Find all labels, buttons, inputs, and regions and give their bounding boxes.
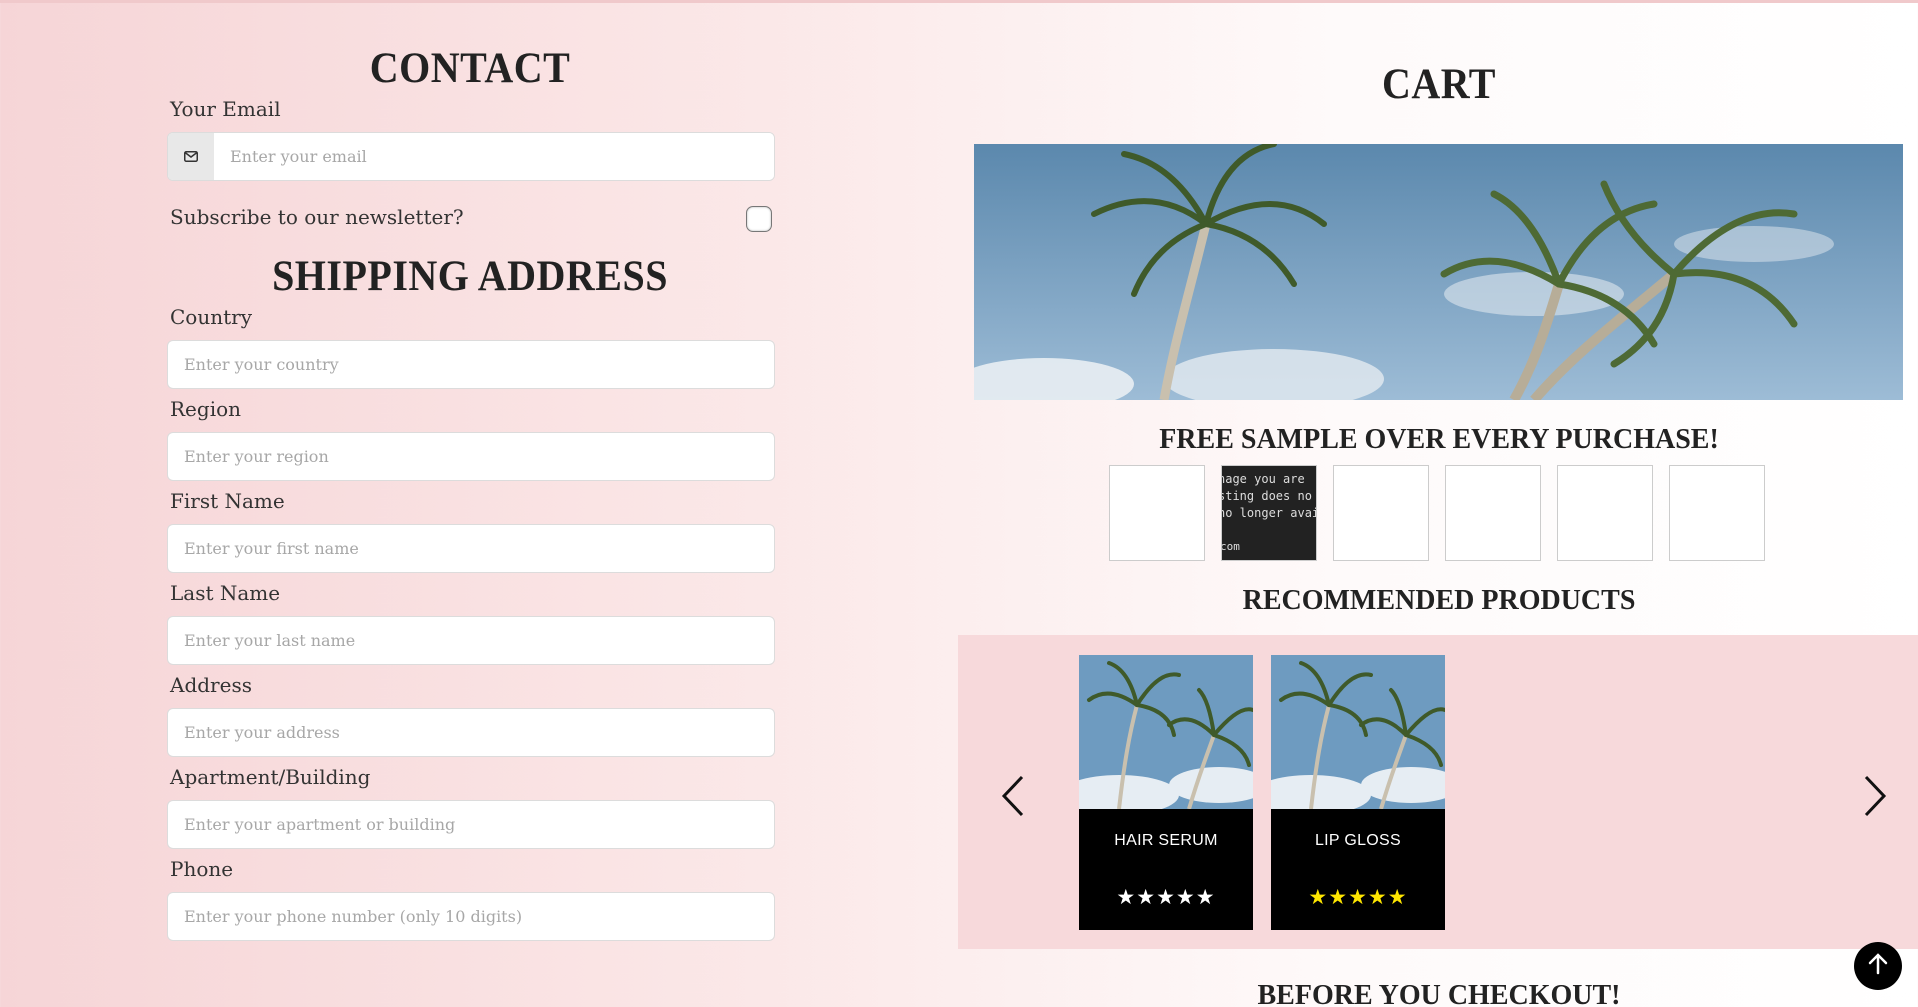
- broken-image-line: nage you are: [1221, 472, 1305, 486]
- contact-title: CONTACT: [369, 43, 571, 92]
- address-label: Address: [170, 673, 252, 697]
- sample-item[interactable]: [1333, 465, 1429, 561]
- product-image: [1271, 655, 1445, 809]
- free-sample-title: FREE SAMPLE OVER EVERY PURCHASE!: [1159, 424, 1719, 455]
- recommended-title: RECOMMENDED PRODUCTS: [1242, 585, 1636, 616]
- country-input[interactable]: [167, 340, 775, 389]
- region-input[interactable]: [167, 432, 775, 481]
- shipping-title: SHIPPING ADDRESS: [272, 251, 668, 300]
- product-card[interactable]: LIP GLOSS ★★★★★: [1271, 655, 1445, 930]
- phone-input[interactable]: [167, 892, 775, 941]
- last-name-input[interactable]: [167, 616, 775, 665]
- subscribe-label: Subscribe to our newsletter?: [170, 205, 464, 229]
- product-rating: ★★★★★: [1308, 885, 1408, 909]
- subscribe-checkbox[interactable]: [746, 206, 772, 232]
- cart-title: CART: [1382, 59, 1496, 108]
- region-label: Region: [170, 397, 242, 421]
- arrow-up-icon: [1868, 953, 1888, 979]
- top-divider: [0, 0, 1918, 3]
- address-input[interactable]: [167, 708, 775, 757]
- sample-item[interactable]: [1669, 465, 1765, 561]
- sample-item[interactable]: [1445, 465, 1541, 561]
- sample-item-broken-image[interactable]: nage you are sting does no no longer ava…: [1221, 465, 1317, 561]
- product-rating: ★★★★★: [1116, 885, 1216, 909]
- product-name: HAIR SERUM: [1114, 832, 1218, 849]
- chevron-right-icon[interactable]: [1860, 775, 1890, 817]
- apartment-input[interactable]: [167, 800, 775, 849]
- product-name: LIP GLOSS: [1314, 832, 1401, 849]
- country-label: Country: [170, 305, 253, 329]
- envelope-icon: [168, 133, 214, 180]
- product-image: [1079, 655, 1253, 809]
- broken-image-line: sting does no: [1221, 489, 1312, 503]
- free-sample-list: nage you are sting does no no longer ava…: [1109, 465, 1765, 561]
- first-name-input[interactable]: [167, 524, 775, 573]
- product-card[interactable]: HAIR SERUM ★★★★★: [1079, 655, 1253, 930]
- last-name-label: Last Name: [170, 581, 281, 605]
- email-input[interactable]: [214, 133, 774, 180]
- before-checkout-title: BEFORE YOU CHECKOUT!: [1257, 980, 1621, 1007]
- phone-label: Phone: [170, 857, 234, 881]
- broken-image-line: no longer avail: [1222, 506, 1316, 520]
- sample-item[interactable]: [1557, 465, 1653, 561]
- cart-hero-image: [974, 144, 1903, 400]
- email-input-group: [167, 132, 775, 181]
- first-name-label: First Name: [170, 489, 285, 513]
- apartment-label: Apartment/Building: [170, 765, 371, 789]
- scroll-to-top-button[interactable]: [1854, 942, 1902, 990]
- sample-item[interactable]: [1109, 465, 1205, 561]
- broken-image-domain: com: [1221, 540, 1240, 553]
- email-label: Your Email: [170, 97, 281, 121]
- chevron-left-icon[interactable]: [998, 775, 1028, 817]
